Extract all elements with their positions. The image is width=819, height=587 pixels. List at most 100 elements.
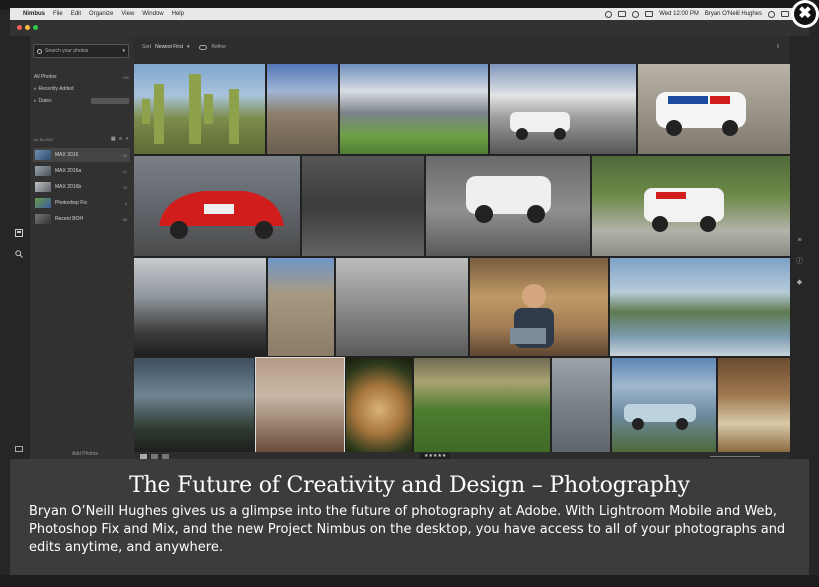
album-thumbnail <box>35 214 51 224</box>
window-minimize-icon[interactable] <box>25 25 30 30</box>
background-strip-bottom <box>0 575 819 587</box>
albums-title: ALBUMS <box>34 136 54 142</box>
albums-tools: ▦ ≡ + <box>111 136 129 142</box>
photo-tile[interactable] <box>426 156 590 256</box>
search-field[interactable]: Search your photos ▾ <box>33 44 129 58</box>
chevron-down-icon[interactable]: ▾ <box>122 48 125 54</box>
photo-tile[interactable] <box>638 64 790 154</box>
thumbnail-size-slider[interactable] <box>710 456 760 457</box>
photo-tile[interactable] <box>718 358 790 452</box>
photo-tile[interactable] <box>490 64 636 154</box>
photo-tile[interactable] <box>134 156 300 256</box>
chevron-down-icon[interactable]: ▾ <box>187 44 190 50</box>
volume-icon[interactable] <box>645 11 654 17</box>
grid-view-icon[interactable]: ▦ <box>111 136 116 142</box>
photo-tile[interactable] <box>610 258 790 356</box>
add-photos-button[interactable]: Add Photos <box>72 451 98 457</box>
photo-tile[interactable] <box>268 258 334 356</box>
photo-tile[interactable] <box>592 156 790 256</box>
bw-race-car-photo <box>466 176 551 223</box>
album-name: MAX 2016 <box>55 152 79 158</box>
photo-tile[interactable] <box>267 64 338 154</box>
library-icon[interactable] <box>14 229 24 239</box>
menu-window[interactable]: Window <box>142 11 163 17</box>
photo-tile[interactable] <box>346 358 412 452</box>
sidebar-item-dates[interactable]: ▸ Dates <box>34 96 129 106</box>
photo-tile[interactable] <box>336 258 468 356</box>
album-item[interactable]: MAX 2016 36 <box>33 148 130 162</box>
notification-list-icon[interactable] <box>781 11 789 17</box>
menu-view[interactable]: View <box>121 11 134 17</box>
album-item[interactable]: MAX 2016b 25 <box>33 180 130 194</box>
library-sidebar: Search your photos ▾ All Photos 156 ▸ Re… <box>30 36 134 459</box>
photo-tile[interactable] <box>134 64 265 154</box>
sort-dropdown[interactable]: Newest First <box>155 44 183 50</box>
search-glass-icon <box>37 48 42 54</box>
album-count: 36 <box>122 152 127 158</box>
nimbus-app-window: Search your photos ▾ All Photos 156 ▸ Re… <box>10 20 809 459</box>
search-icon[interactable] <box>14 250 24 260</box>
recently-added-label: Recently Added <box>38 86 74 92</box>
info-icon[interactable]: ⓘ <box>795 257 804 266</box>
window-close-icon[interactable] <box>17 25 22 30</box>
photo-tile[interactable] <box>255 357 345 452</box>
album-thumbnail <box>35 182 51 192</box>
sidebar-item-all-photos[interactable]: All Photos 156 <box>34 72 129 82</box>
close-icon: ✖ <box>794 3 816 25</box>
album-item[interactable]: MAX 2016a 21 <box>33 164 130 178</box>
add-album-icon[interactable]: + <box>126 136 129 142</box>
refine-toggle-icon[interactable] <box>199 44 208 50</box>
dates-scrubber[interactable] <box>91 98 129 104</box>
display-icon[interactable] <box>618 11 627 17</box>
wifi-icon[interactable] <box>632 10 640 18</box>
all-photos-count: 156 <box>122 74 129 80</box>
list-view-icon[interactable]: ≡ <box>119 136 122 142</box>
track-car-photo <box>644 188 724 232</box>
caption-title: The Future of Creativity and Design – Ph… <box>129 473 690 498</box>
lightbox-overlay: Nimbus File Edit Organize View Window He… <box>0 0 819 587</box>
photo-tile[interactable] <box>414 358 550 452</box>
dates-label: Dates <box>38 98 52 104</box>
close-button[interactable]: ✖ <box>791 0 819 28</box>
left-icon-rail <box>10 36 30 459</box>
albums-header: ALBUMS ▦ ≡ + <box>34 134 129 144</box>
menu-edit[interactable]: Edit <box>71 11 81 17</box>
menu-organize[interactable]: Organize <box>89 11 113 17</box>
photo-tile[interactable] <box>134 358 254 452</box>
menu-help[interactable]: Help <box>172 11 184 17</box>
photo-tile[interactable] <box>470 258 608 356</box>
menu-app-name[interactable]: Nimbus <box>23 11 45 17</box>
window-controls <box>17 25 38 30</box>
album-name: Photoshop Fix <box>55 200 87 206</box>
race-car-photo <box>656 92 746 136</box>
menu-clock: Wed 12:00 PM <box>659 11 699 17</box>
spotlight-icon[interactable] <box>768 10 775 18</box>
chat-icon[interactable] <box>14 446 24 456</box>
menu-file[interactable]: File <box>53 11 63 17</box>
album-thumbnail <box>35 198 51 208</box>
menu-user-name[interactable]: Bryan O'Neill Hughes <box>705 11 762 17</box>
caption-description: Bryan O’Neill Hughes gives us a glimpse … <box>29 504 786 555</box>
photo-tile[interactable] <box>552 358 610 452</box>
tag-icon[interactable]: ◆ <box>795 278 804 287</box>
share-icon[interactable]: ⇪ <box>776 44 780 50</box>
creative-cloud-icon[interactable] <box>605 10 613 18</box>
sidebar-item-recently-added[interactable]: ▸ Recently Added <box>34 84 129 94</box>
adjust-icon[interactable]: ≡ <box>795 236 804 245</box>
photo-tile[interactable] <box>340 64 488 154</box>
os-menu-bar: Nimbus File Edit Organize View Window He… <box>10 8 809 20</box>
album-thumbnail <box>35 150 51 160</box>
photo-tile[interactable] <box>612 358 716 452</box>
refine-button[interactable]: Refine <box>211 44 225 50</box>
album-item[interactable]: Photoshop Fix 3 <box>33 196 130 210</box>
grid-toolbar: Sort Newest First ▾ Refine ⇪ <box>134 36 790 58</box>
album-item[interactable]: Recent BOH 68 <box>33 212 130 226</box>
window-zoom-icon[interactable] <box>33 25 38 30</box>
photo-tile[interactable] <box>134 258 266 356</box>
window-titlebar <box>10 20 809 36</box>
album-thumbnail <box>35 166 51 176</box>
presenter-photo <box>510 284 554 348</box>
album-count: 68 <box>122 216 127 222</box>
all-photos-label: All Photos <box>34 74 57 80</box>
photo-tile[interactable] <box>302 156 424 256</box>
